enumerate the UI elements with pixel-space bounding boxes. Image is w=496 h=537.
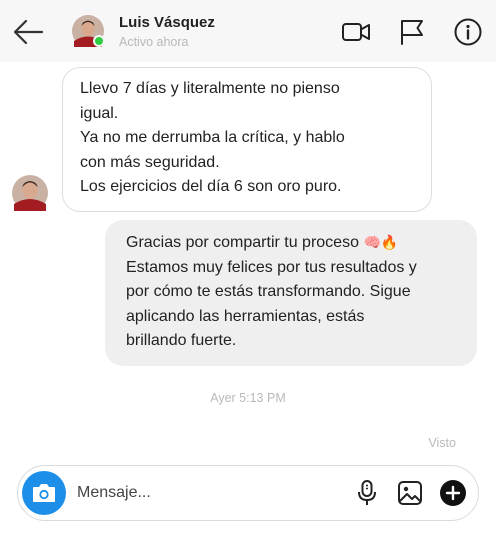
- message-composer: [17, 465, 479, 521]
- message-line: por cómo te estás transformando. Sigue: [126, 283, 411, 300]
- message-line: Los ejercicios del día 6 son oro puro.: [80, 178, 342, 195]
- message-line: Gracias por compartir tu proceso 🧠🔥: [126, 230, 457, 256]
- sender-avatar[interactable]: [12, 175, 48, 211]
- message-timestamp: Ayer 5:13 PM: [210, 391, 286, 405]
- info-icon[interactable]: [453, 17, 483, 47]
- camera-icon: [33, 484, 55, 502]
- message-line: igual.: [80, 104, 119, 122]
- flag-icon[interactable]: [397, 17, 427, 47]
- incoming-message[interactable]: Llevo 7 días y literalmente no pienso ig…: [62, 67, 432, 212]
- video-camera-icon[interactable]: [341, 17, 371, 47]
- message-line: con más seguridad.: [80, 153, 220, 171]
- plus-icon[interactable]: [438, 478, 468, 508]
- message-line: Ya no me derrumba la crítica, y hablo: [80, 129, 345, 146]
- message-line: aplicando las herramientas, estás: [126, 307, 365, 325]
- outgoing-message[interactable]: Gracias por compartir tu proceso 🧠🔥 Esta…: [105, 220, 477, 366]
- message-line: Llevo 7 días y literalmente no pienso: [80, 80, 340, 97]
- message-input[interactable]: [77, 482, 327, 504]
- message-line: Estamos muy felices por tus resultados y: [126, 258, 417, 276]
- contact-status: Activo ahora: [119, 35, 189, 49]
- contact-name[interactable]: Luis Vásquez: [119, 14, 215, 31]
- chat-header: Luis Vásquez Activo ahora: [0, 0, 496, 62]
- message-line-text: Gracias por compartir tu proceso: [126, 234, 359, 251]
- fire-emoji: 🔥: [380, 234, 399, 250]
- back-arrow-icon[interactable]: [12, 17, 44, 47]
- seen-indicator: Visto: [428, 436, 456, 450]
- online-status-dot: [93, 35, 105, 47]
- microphone-icon[interactable]: [352, 478, 382, 508]
- message-line: brillando fuerte.: [126, 332, 237, 349]
- gallery-icon[interactable]: [395, 478, 425, 508]
- brain-emoji: 🧠: [363, 234, 381, 250]
- camera-button[interactable]: [22, 471, 66, 515]
